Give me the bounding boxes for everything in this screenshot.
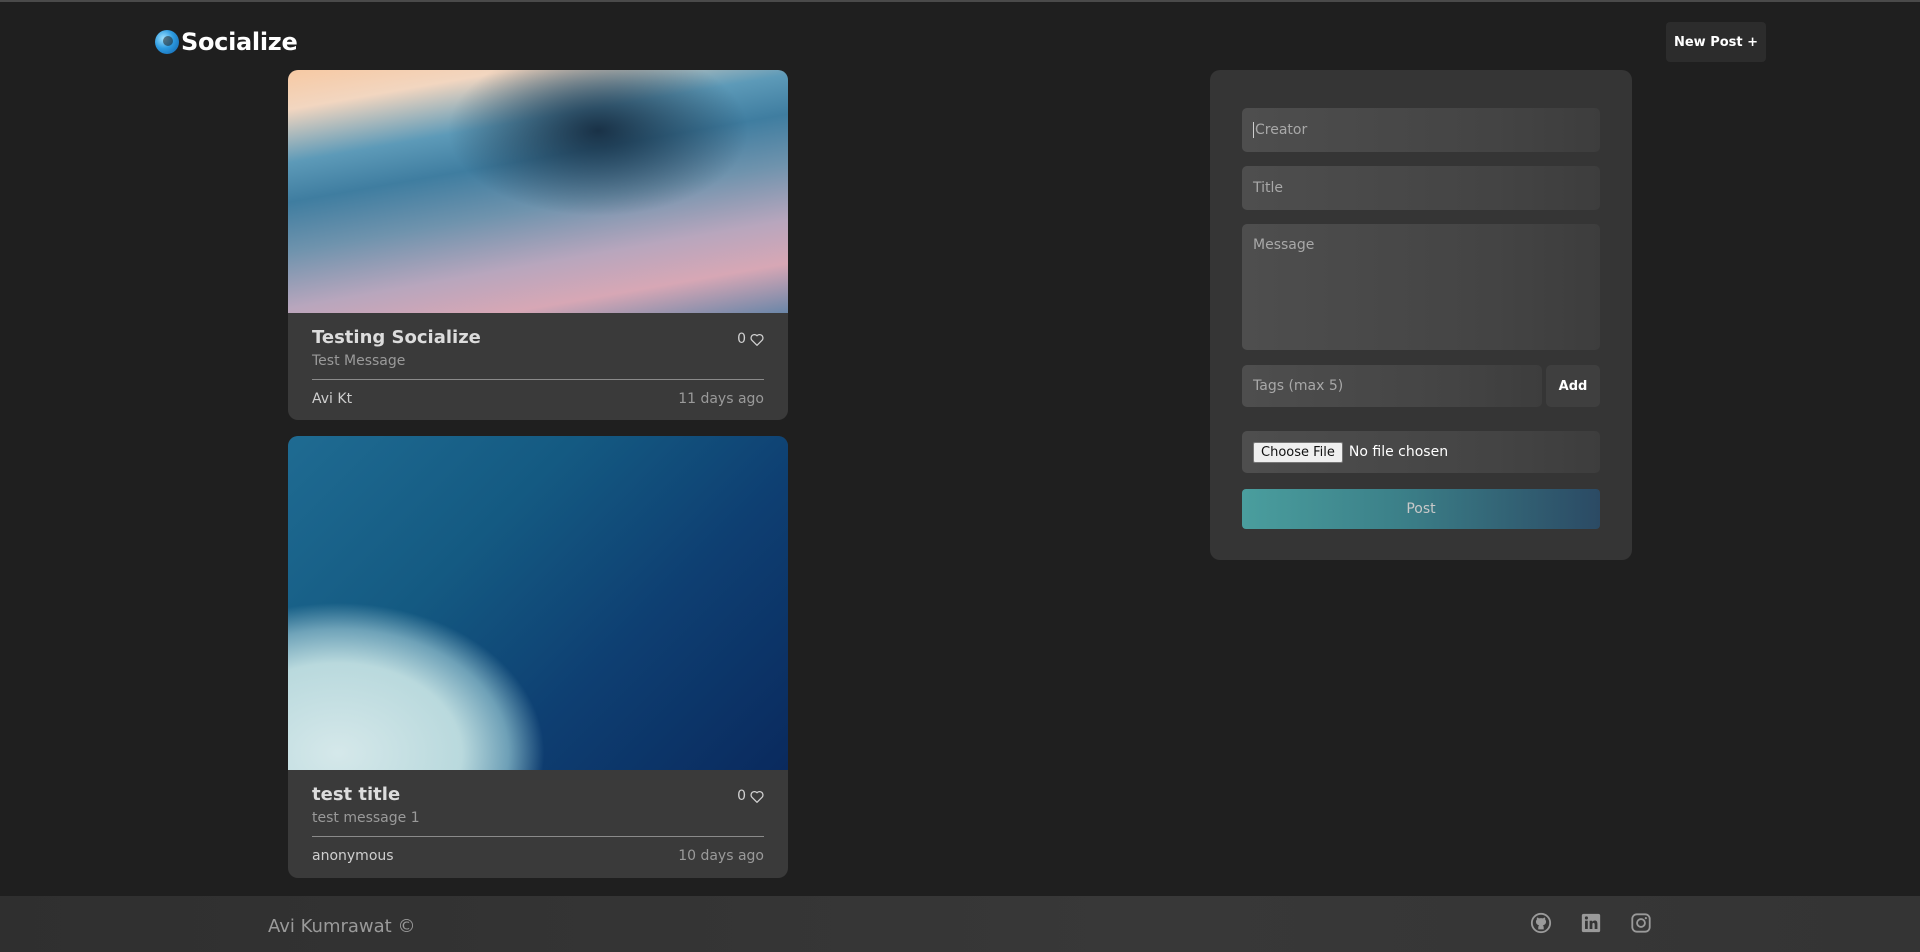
post-time: 11 days ago xyxy=(678,391,764,407)
post-footer: anonymous 10 days ago xyxy=(312,848,764,864)
brand-name: Socialize xyxy=(181,28,298,56)
title-input[interactable]: Title xyxy=(1242,166,1600,210)
title-placeholder: Title xyxy=(1253,180,1284,196)
tags-input[interactable]: Tags (max 5) xyxy=(1242,365,1542,407)
like-button[interactable]: 0 xyxy=(737,331,764,347)
post-time: 10 days ago xyxy=(678,848,764,864)
text-caret xyxy=(1253,122,1254,138)
divider xyxy=(312,836,764,837)
post-message: test message 1 xyxy=(312,810,420,826)
new-post-button[interactable]: New Post + xyxy=(1666,22,1766,62)
footer-copyright: Avi Kumrawat © xyxy=(268,916,416,937)
file-status: No file chosen xyxy=(1348,444,1449,460)
post-card: test title test message 1 0 anonymous 10… xyxy=(288,436,788,878)
github-icon[interactable] xyxy=(1530,912,1552,934)
message-textarea[interactable]: Message xyxy=(1242,224,1600,350)
heart-icon xyxy=(750,333,764,346)
choose-file-button[interactable]: Choose File xyxy=(1253,441,1343,463)
brand-logo[interactable]: Socialize xyxy=(155,28,298,56)
footer: Avi Kumrawat © xyxy=(0,896,1920,952)
post-image xyxy=(288,436,788,770)
heart-icon xyxy=(750,790,764,803)
post-body: test title test message 1 0 anonymous 10… xyxy=(288,770,788,864)
linkedin-icon[interactable] xyxy=(1580,912,1602,934)
post-title: Testing Socialize xyxy=(312,327,481,348)
like-count: 0 xyxy=(737,331,746,347)
post-button[interactable]: Post xyxy=(1242,489,1600,529)
divider xyxy=(312,379,764,380)
like-button[interactable]: 0 xyxy=(737,788,764,804)
post-title: test title xyxy=(312,784,401,805)
file-input[interactable]: Choose File No file chosen xyxy=(1242,431,1600,473)
globe-icon xyxy=(155,30,179,54)
post-creator: Avi Kt xyxy=(312,391,353,407)
post-body: Testing Socialize Test Message 0 Avi Kt … xyxy=(288,313,788,407)
post-message: Test Message xyxy=(312,353,406,369)
creator-input[interactable]: Creator xyxy=(1242,108,1600,152)
tags-placeholder: Tags (max 5) xyxy=(1253,378,1344,394)
post-image xyxy=(288,70,788,313)
post-footer: Avi Kt 11 days ago xyxy=(312,391,764,407)
creator-placeholder: Creator xyxy=(1255,122,1308,138)
instagram-icon[interactable] xyxy=(1630,912,1652,934)
message-placeholder: Message xyxy=(1253,237,1315,253)
new-post-form: Creator Title Message Tags (max 5) Add C… xyxy=(1210,70,1632,560)
post-creator: anonymous xyxy=(312,848,394,864)
add-tag-button[interactable]: Add xyxy=(1546,365,1600,407)
post-card: Testing Socialize Test Message 0 Avi Kt … xyxy=(288,70,788,420)
like-count: 0 xyxy=(737,788,746,804)
